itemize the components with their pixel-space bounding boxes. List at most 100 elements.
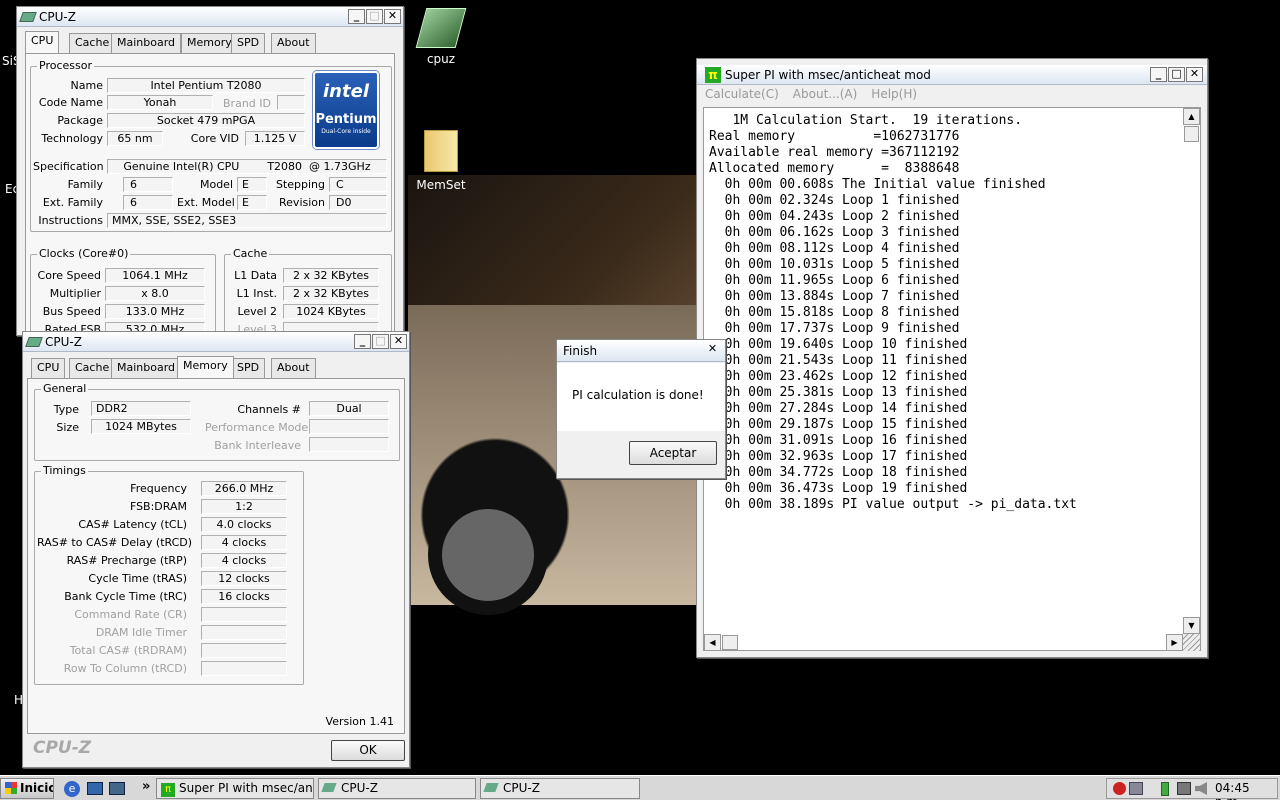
output-line: Allocated memory = 8388648 (709, 161, 960, 176)
l1-inst-field: 2 x 32 KBytes (283, 286, 379, 301)
close-button[interactable]: ✕ (384, 9, 401, 24)
channels-field: Dual (309, 401, 389, 416)
tab-cache[interactable]: Cache (69, 358, 116, 378)
maximize-button[interactable]: □ (1168, 67, 1185, 82)
l1-data-field: 2 x 32 KBytes (283, 268, 379, 283)
revision-field: D0 (329, 195, 387, 210)
quick-launch-app-icon[interactable] (109, 782, 125, 795)
tab-memory[interactable]: Memory (177, 356, 234, 378)
timing-value: 1:2 (201, 499, 287, 514)
timing-value: 12 clocks (201, 571, 287, 586)
processor-group: Processor Name Intel Pentium T2080 Code … (30, 59, 392, 232)
maximize-button[interactable]: □ (366, 9, 383, 24)
bank-interleave-field (309, 437, 389, 452)
taskbar-item-cpuz-2[interactable]: CPU-Z (480, 778, 640, 799)
timing-value: 4 clocks (201, 535, 287, 550)
cpuz-cpu-window: CPU-Z _ □ ✕ CPU Cache Mainboard Memory S… (16, 6, 404, 344)
performance-mode-field (309, 419, 389, 434)
output-line: 0h 00m 32.963s Loop 17 finished (709, 449, 968, 464)
output-line: 0h 00m 04.243s Loop 2 finished (709, 209, 960, 224)
window-title: CPU-Z (39, 9, 76, 24)
dialog-message: PI calculation is done! (572, 388, 704, 402)
timing-label: Cycle Time (tRAS) (88, 572, 187, 585)
ok-button[interactable]: OK (331, 740, 405, 761)
menu-about[interactable]: About...(A) (793, 87, 858, 105)
scroll-right-button[interactable]: ▶ (1166, 634, 1183, 651)
timing-label: DRAM Idle Timer (95, 626, 187, 639)
resize-grip[interactable] (1183, 634, 1200, 651)
folder-icon (424, 130, 458, 172)
output-line: 0h 00m 15.818s Loop 8 finished (709, 305, 960, 320)
cpuz-icon (321, 783, 337, 792)
output-line: 0h 00m 23.462s Loop 12 finished (709, 369, 968, 384)
windows-logo-icon (5, 782, 17, 794)
title-bar[interactable]: Finish ✕ (557, 340, 725, 362)
volume-icon[interactable] (1195, 782, 1207, 795)
title-bar[interactable]: π Super PI with msec/anticheat mod _ □ ✕ (697, 65, 1207, 85)
tray-clock[interactable]: 04:45 p.m. (1215, 781, 1277, 800)
desktop-icon-cpuz[interactable]: cpuz (411, 8, 471, 66)
close-button[interactable]: ✕ (1186, 67, 1203, 82)
timing-label: Total CAS# (tRDRAM) (69, 644, 187, 657)
tab-mainboard[interactable]: Mainboard (111, 358, 182, 378)
menu-calculate[interactable]: Calculate(C) (705, 87, 779, 105)
network-icon[interactable] (1129, 782, 1143, 795)
quick-launch-chevron[interactable]: » (142, 779, 150, 794)
cpuz-app-icon (415, 8, 467, 48)
battery-icon[interactable] (1161, 782, 1169, 796)
cpuz-brand-label: CPU-Z (33, 738, 92, 758)
tab-spd[interactable]: SPD (231, 33, 266, 53)
tab-about[interactable]: About (271, 33, 316, 53)
taskbar-item-superpi[interactable]: π Super PI with msec/ant... (156, 778, 314, 799)
output-line: Available real memory =367112192 (709, 145, 960, 160)
scroll-up-button[interactable]: ▲ (1183, 108, 1200, 125)
scroll-left-button[interactable]: ◀ (704, 634, 721, 651)
tab-cache[interactable]: Cache (69, 33, 116, 53)
quick-launch-desktop-icon[interactable] (87, 782, 103, 795)
quick-launch-ie-icon[interactable]: e (64, 781, 80, 797)
output-line: 0h 00m 36.473s Loop 19 finished (709, 481, 968, 496)
title-bar[interactable]: CPU-Z _ □ ✕ (17, 7, 403, 27)
tab-memory[interactable]: Memory (181, 33, 238, 53)
output-line: 0h 00m 29.187s Loop 15 finished (709, 417, 968, 432)
maximize-button[interactable]: □ (372, 334, 389, 349)
vertical-scroll-thumb[interactable] (1184, 126, 1199, 142)
accept-button[interactable]: Aceptar (629, 441, 717, 465)
tab-cpu[interactable]: CPU (25, 31, 60, 53)
tab-mainboard[interactable]: Mainboard (111, 33, 182, 53)
close-button[interactable]: ✕ (390, 334, 407, 349)
taskbar-item-cpuz-1[interactable]: CPU-Z (318, 778, 476, 799)
output-line: 0h 00m 21.543s Loop 11 finished (709, 353, 968, 368)
cpuz-icon (483, 783, 499, 792)
timing-label: Frequency (130, 482, 187, 495)
output-line: 0h 00m 27.284s Loop 14 finished (709, 401, 968, 416)
minimize-button[interactable]: _ (1150, 67, 1167, 82)
menu-help[interactable]: Help(H) (871, 87, 917, 105)
minimize-button[interactable]: _ (354, 334, 371, 349)
start-button[interactable]: Inicio (0, 778, 54, 799)
scroll-down-button[interactable]: ▼ (1183, 617, 1200, 634)
timing-label: Bank Cycle Time (tRC) (64, 590, 187, 603)
output-line: 0h 00m 13.884s Loop 7 finished (709, 289, 960, 304)
general-group: General Type DDR2 Size 1024 MBytes Chann… (34, 382, 400, 461)
superpi-window: π Super PI with msec/anticheat mod _ □ ✕… (696, 58, 1208, 658)
close-button[interactable]: ✕ (704, 343, 721, 358)
minimize-button[interactable]: _ (348, 9, 365, 24)
output-text: 1M Calculation Start. 19 iterations. Real… (709, 113, 1077, 513)
title-bar[interactable]: CPU-Z _ □ ✕ (23, 332, 409, 352)
connection-icon[interactable] (1177, 782, 1191, 795)
timing-value (201, 625, 287, 640)
tab-spd[interactable]: SPD (231, 358, 266, 378)
output-line: 0h 00m 02.324s Loop 1 finished (709, 193, 960, 208)
output-line: 0h 00m 06.162s Loop 3 finished (709, 225, 960, 240)
horizontal-scroll-thumb[interactable] (722, 635, 738, 650)
tab-cpu[interactable]: CPU (31, 358, 66, 378)
technology-field: 65 nm (107, 131, 163, 146)
timing-label: RAS# Precharge (tRP) (66, 554, 187, 567)
codename-field: Yonah (107, 95, 213, 110)
ext-family-field: 6 (123, 195, 173, 210)
tab-about[interactable]: About (271, 358, 316, 378)
system-tray: 04:45 p.m. (1106, 778, 1278, 800)
security-alert-icon[interactable] (1113, 782, 1126, 795)
desktop-icon-memset[interactable]: MemSet (411, 130, 471, 192)
